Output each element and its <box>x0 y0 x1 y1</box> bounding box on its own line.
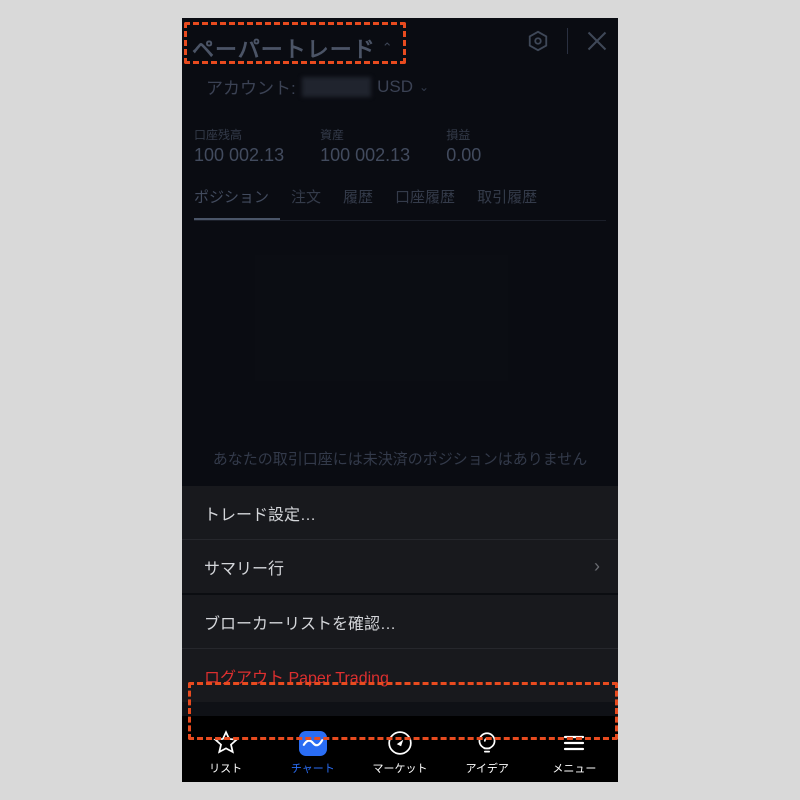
menu-item-label: ブローカーリストを確認… <box>204 610 396 634</box>
stat-label: 資産 <box>320 126 410 143</box>
nav-market[interactable]: マーケット <box>356 716 443 782</box>
menu-item-label: サマリー行 <box>204 555 284 579</box>
menu-broker-list[interactable]: ブローカーリストを確認… <box>182 593 618 648</box>
stat-value: 0.00 <box>446 145 481 166</box>
menu-trade-settings[interactable]: トレード設定… <box>182 486 618 539</box>
stat-value: 100 002.13 <box>320 145 410 166</box>
dimmed-backdrop: ペーパートレード ⌃ アカウント: ■■■■■ USD ⌄ 口座残高 100 0… <box>182 18 618 486</box>
menu-item-label: ログアウト Paper Trading <box>204 664 389 688</box>
panel-header[interactable]: ペーパートレード ⌃ <box>192 32 393 64</box>
action-sheet: トレード設定… サマリー行 › ブローカーリストを確認… ログアウト Paper… <box>182 486 618 702</box>
nav-label: チャート <box>291 760 335 776</box>
tab-account-history[interactable]: 口座履歴 <box>395 186 455 217</box>
nav-label: メニュー <box>552 760 596 776</box>
stat-balance: 口座残高 100 002.13 <box>194 126 284 166</box>
order-tabs: ポジション 注文 履歴 口座履歴 取引履歴 <box>194 186 606 221</box>
nav-list[interactable]: リスト <box>182 716 269 782</box>
account-selector[interactable]: アカウント: ■■■■■ USD ⌄ <box>206 74 429 99</box>
header-actions <box>527 28 608 54</box>
stat-value: 100 002.13 <box>194 145 284 166</box>
nav-chart[interactable]: チャート <box>269 716 356 782</box>
account-label: アカウント: <box>206 74 296 99</box>
empty-positions-message: あなたの取引口座には未決済のポジションはありません <box>208 448 592 472</box>
nav-label: リスト <box>209 760 242 776</box>
tab-trade-history[interactable]: 取引履歴 <box>477 186 537 217</box>
chevron-up-icon: ⌃ <box>382 40 393 56</box>
nav-idea[interactable]: アイデア <box>444 716 531 782</box>
tab-orders[interactable]: 注文 <box>291 186 321 217</box>
stat-label: 損益 <box>446 126 481 143</box>
chevron-right-icon: › <box>594 556 600 577</box>
nav-label: アイデア <box>465 760 508 776</box>
stat-equity: 資産 100 002.13 <box>320 126 410 166</box>
panel-title: ペーパートレード <box>192 32 376 64</box>
active-tab-underline <box>194 218 280 220</box>
nav-label: マーケット <box>373 760 428 776</box>
chart-icon <box>299 729 327 757</box>
tab-history[interactable]: 履歴 <box>343 186 373 217</box>
compass-icon <box>386 729 414 757</box>
vertical-divider <box>567 28 568 54</box>
chevron-down-icon: ⌄ <box>419 80 429 94</box>
tab-positions[interactable]: ポジション <box>194 186 269 217</box>
nav-menu[interactable]: メニュー <box>531 716 618 782</box>
star-icon <box>212 729 240 757</box>
account-stats: 口座残高 100 002.13 資産 100 002.13 損益 0.00 <box>194 126 606 166</box>
bottom-nav: リスト チャート マーケット アイデア メニュー <box>182 716 618 782</box>
lightbulb-icon <box>473 729 501 757</box>
hamburger-icon <box>560 729 588 757</box>
menu-item-label: トレード設定… <box>204 501 316 525</box>
menu-summary-row[interactable]: サマリー行 › <box>182 539 618 593</box>
stat-pnl: 損益 0.00 <box>446 126 481 166</box>
app-screen: ペーパートレード ⌃ アカウント: ■■■■■ USD ⌄ 口座残高 100 0… <box>182 18 618 782</box>
account-currency: USD <box>377 77 413 97</box>
menu-logout[interactable]: ログアウト Paper Trading <box>182 648 618 702</box>
account-id-masked: ■■■■■ <box>302 77 371 97</box>
close-icon[interactable] <box>586 30 608 52</box>
stat-label: 口座残高 <box>194 126 284 143</box>
settings-hex-icon[interactable] <box>527 30 549 52</box>
